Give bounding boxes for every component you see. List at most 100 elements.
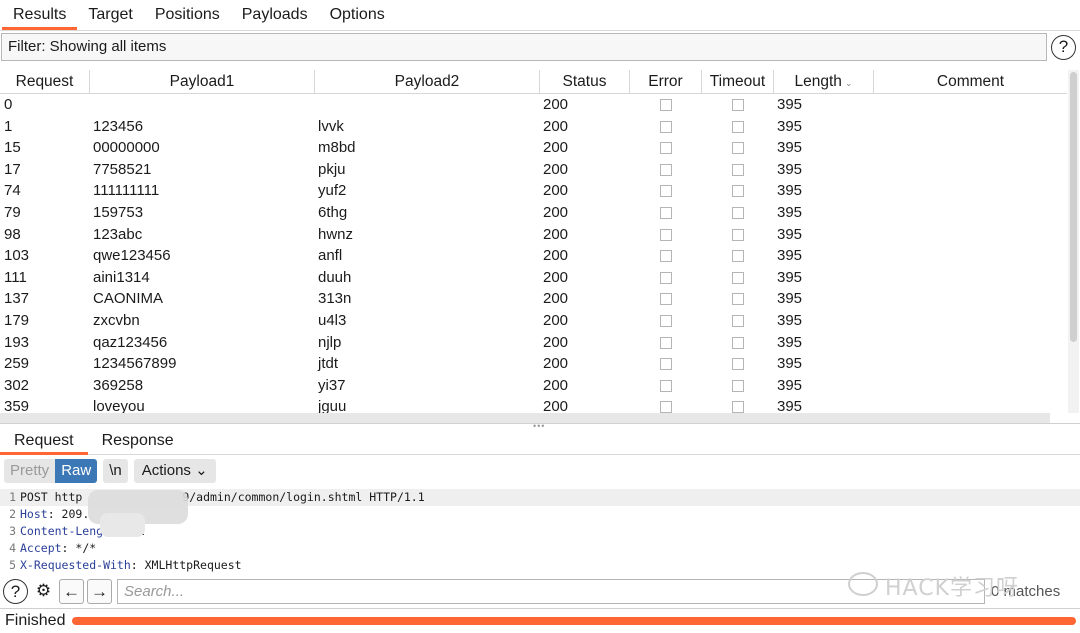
table-vertical-scrollbar[interactable] — [1068, 70, 1079, 413]
checkbox[interactable] — [660, 120, 672, 133]
checkbox[interactable] — [732, 228, 744, 241]
cell-comment — [874, 310, 1067, 332]
table-row[interactable]: 103 qwe123456 anfl 200 395 — [0, 245, 1067, 267]
col-timeout[interactable]: Timeout — [702, 70, 774, 93]
tab-target[interactable]: Target — [77, 0, 143, 30]
col-comment[interactable]: Comment — [874, 70, 1067, 93]
checkbox[interactable] — [732, 379, 744, 392]
checkbox[interactable] — [660, 401, 672, 413]
checkbox[interactable] — [660, 142, 672, 155]
raw-button[interactable]: Raw — [55, 459, 98, 483]
checkbox[interactable] — [660, 99, 672, 111]
cell-comment — [874, 396, 1067, 413]
newline-toggle-button[interactable]: \n — [103, 459, 128, 483]
table-row[interactable]: 302 369258 yi37 200 395 — [0, 375, 1067, 397]
table-row[interactable]: 359 loveyou jguu 200 395 — [0, 396, 1067, 413]
checkbox[interactable] — [660, 271, 672, 284]
checkbox[interactable] — [660, 336, 672, 349]
checkbox[interactable] — [732, 142, 744, 155]
forward-arrow-icon[interactable]: → — [87, 578, 112, 604]
cell-length: 395 — [777, 311, 803, 329]
cell-length: 395 — [777, 290, 803, 308]
checkbox[interactable] — [732, 358, 744, 371]
checkbox[interactable] — [660, 314, 672, 327]
pretty-button[interactable]: Pretty — [4, 459, 56, 483]
checkbox[interactable] — [732, 206, 744, 219]
checkbox[interactable] — [660, 228, 672, 241]
table-horizontal-scrollbar[interactable] — [0, 413, 1050, 423]
checkbox[interactable] — [732, 293, 744, 306]
table-row[interactable]: 74 111111111 yuf2 200 395 — [0, 180, 1067, 202]
cell-request: 302 — [4, 376, 30, 394]
cell-status: 200 — [543, 355, 569, 373]
checkbox[interactable] — [732, 336, 744, 349]
checkbox[interactable] — [732, 271, 744, 284]
checkbox[interactable] — [732, 250, 744, 263]
cell-payload1: 159753 — [93, 203, 144, 221]
actions-dropdown[interactable]: Actions ⌄ — [133, 459, 216, 483]
help-icon[interactable]: ? — [3, 578, 28, 604]
line-number: 2 — [9, 507, 16, 521]
col-error[interactable]: Error — [630, 70, 702, 93]
table-row[interactable]: 0 200 395 — [0, 94, 1067, 116]
checkbox[interactable] — [660, 206, 672, 219]
cell-error — [630, 288, 702, 310]
cell-payload1: 123456 — [93, 117, 144, 135]
help-icon[interactable]: ? — [1051, 35, 1076, 60]
checkbox[interactable] — [732, 163, 744, 176]
line-number: 4 — [9, 541, 16, 555]
checkbox[interactable] — [660, 250, 672, 263]
cell-comment — [874, 288, 1067, 310]
cell-length: 395 — [777, 117, 803, 135]
table-row[interactable]: 15 00000000 m8bd 200 395 — [0, 137, 1067, 159]
cell-error — [630, 159, 702, 181]
col-status[interactable]: Status — [540, 70, 630, 93]
cell-comment — [874, 202, 1067, 224]
checkbox[interactable] — [732, 99, 744, 111]
tab-response[interactable]: Response — [88, 428, 188, 455]
tab-positions[interactable]: Positions — [144, 0, 231, 30]
gear-icon[interactable]: ⚙ — [31, 579, 56, 604]
checkbox[interactable] — [660, 358, 672, 371]
tab-request[interactable]: Request — [0, 428, 88, 455]
table-row[interactable]: 137 CAONIMA 313n 200 395 — [0, 288, 1067, 310]
cell-length: 395 — [777, 268, 803, 286]
col-request[interactable]: Request — [0, 70, 90, 93]
scroll-thumb[interactable] — [1070, 72, 1077, 342]
tab-results[interactable]: Results — [2, 0, 78, 30]
table-row[interactable]: 193 qaz123456 njlp 200 395 — [0, 332, 1067, 354]
tab-payloads[interactable]: Payloads — [231, 0, 319, 30]
col-payload2[interactable]: Payload2 — [315, 70, 540, 93]
checkbox[interactable] — [660, 293, 672, 306]
table-row[interactable]: 1 123456 lvvk 200 395 — [0, 116, 1067, 138]
col-length[interactable]: Length ⌄ — [774, 70, 874, 93]
cell-payload2: yuf2 — [318, 182, 347, 200]
table-row[interactable]: 98 123abc hwnz 200 395 — [0, 224, 1067, 246]
cell-payload1: qwe123456 — [93, 247, 171, 265]
cell-length: 395 — [777, 355, 803, 373]
cell-error — [630, 396, 702, 413]
message-tabs: Request Response — [0, 428, 1080, 455]
col-payload1[interactable]: Payload1 — [90, 70, 315, 93]
cell-timeout — [702, 94, 774, 116]
tab-options[interactable]: Options — [319, 0, 396, 30]
filter-bar[interactable]: Filter: Showing all items — [1, 33, 1047, 61]
checkbox[interactable] — [732, 185, 744, 198]
cell-comment — [874, 180, 1067, 202]
checkbox[interactable] — [660, 185, 672, 198]
back-arrow-icon[interactable]: ← — [59, 578, 84, 604]
table-row[interactable]: 111 aini1314 duuh 200 395 — [0, 267, 1067, 289]
checkbox[interactable] — [732, 401, 744, 413]
cell-length: 395 — [777, 203, 803, 221]
table-row[interactable]: 179 zxcvbn u4l3 200 395 — [0, 310, 1067, 332]
checkbox[interactable] — [732, 120, 744, 133]
cell-payload2: lvvk — [318, 117, 344, 135]
table-row[interactable]: 259 1234567899 jtdt 200 395 — [0, 353, 1067, 375]
cell-status: 200 — [543, 225, 569, 243]
checkbox[interactable] — [660, 163, 672, 176]
cell-status: 200 — [543, 139, 569, 157]
table-row[interactable]: 79 159753 6thg 200 395 — [0, 202, 1067, 224]
checkbox[interactable] — [660, 379, 672, 392]
table-row[interactable]: 17 7758521 pkju 200 395 — [0, 159, 1067, 181]
checkbox[interactable] — [732, 314, 744, 327]
